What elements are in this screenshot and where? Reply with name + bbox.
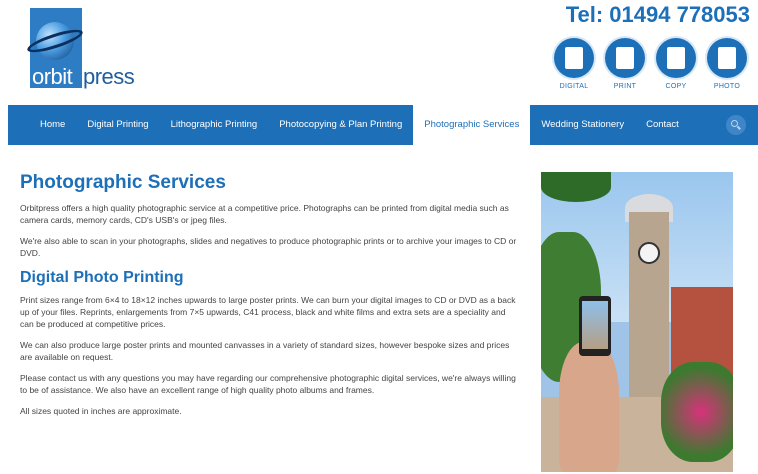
- body-paragraph-4: All sizes quoted in inches are approxima…: [20, 406, 182, 416]
- clock-tower-photo: [541, 172, 733, 472]
- main-content: Photographic Services Orbitpress offers …: [20, 172, 520, 426]
- clock-icon: [638, 242, 660, 264]
- body-paragraph-1: Print sizes range from 6×4 to 18×12 inch…: [20, 295, 516, 329]
- service-copy[interactable]: COPY: [655, 38, 697, 90]
- search-button[interactable]: [726, 115, 746, 135]
- logo-text-orbit: orbit: [32, 64, 73, 89]
- service-photo-label: PHOTO: [713, 83, 741, 90]
- service-print-label: PRINT: [613, 83, 637, 90]
- nav-photographic-services[interactable]: Photographic Services: [413, 105, 531, 145]
- copy-icon: [656, 38, 696, 78]
- orbitpress-logo[interactable]: orbit press: [25, 8, 140, 90]
- digital-icon: [554, 38, 594, 78]
- nav-home[interactable]: Home: [8, 105, 76, 145]
- service-digital[interactable]: DIGITAL: [553, 38, 595, 90]
- nav-contact[interactable]: Contact: [635, 105, 690, 145]
- smartphone-icon: [579, 296, 611, 356]
- photo-icon: [707, 38, 747, 78]
- telephone-number[interactable]: Tel: 01494 778053: [566, 2, 750, 28]
- nav-photocopying-plan-printing[interactable]: Photocopying & Plan Printing: [268, 105, 413, 145]
- service-print[interactable]: PRINT: [604, 38, 646, 90]
- nav-lithographic-printing[interactable]: Lithographic Printing: [160, 105, 269, 145]
- nav-digital-printing[interactable]: Digital Printing: [76, 105, 159, 145]
- intro-paragraph-1: Orbitpress offers a high quality photogr…: [20, 203, 509, 225]
- page-title: Photographic Services: [20, 172, 226, 193]
- print-icon: [605, 38, 645, 78]
- hand: [559, 342, 619, 472]
- logo-text-press: press: [83, 64, 135, 89]
- service-photo[interactable]: PHOTO: [706, 38, 748, 90]
- service-digital-label: DIGITAL: [559, 83, 589, 90]
- body-paragraph-3: Please contact us with any questions you…: [20, 373, 516, 395]
- section-title: Digital Photo Printing: [20, 269, 184, 286]
- intro-paragraph-2: We're also able to scan in your photogra…: [20, 236, 517, 258]
- main-navigation: Home Digital Printing Lithographic Print…: [8, 105, 758, 145]
- service-copy-label: COPY: [665, 83, 687, 90]
- service-icons: DIGITAL PRINT COPY PHOTO: [553, 38, 751, 96]
- body-paragraph-2: We can also produce large poster prints …: [20, 340, 510, 362]
- nav-wedding-stationery[interactable]: Wedding Stationery: [530, 105, 635, 145]
